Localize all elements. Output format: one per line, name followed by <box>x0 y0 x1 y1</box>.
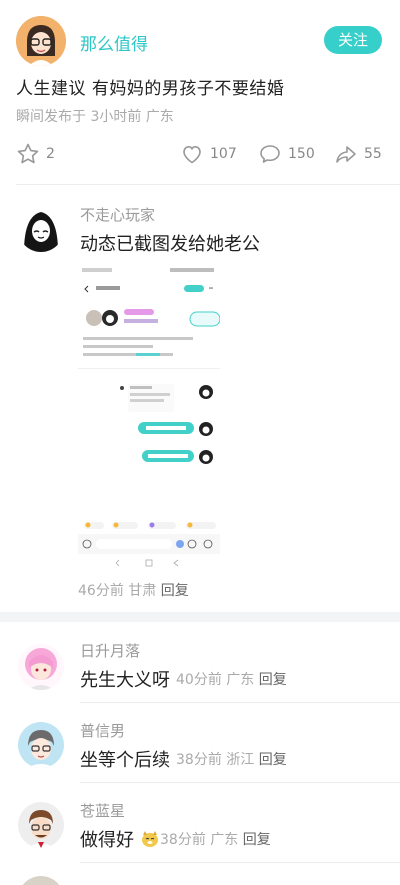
author-avatar[interactable] <box>16 16 66 66</box>
comment-text: 做得好 <box>80 826 160 852</box>
divider <box>80 862 400 863</box>
commenter-name[interactable]: 普信男 <box>80 720 125 741</box>
star-icon <box>17 143 39 164</box>
divider <box>80 782 400 783</box>
reply-button[interactable]: 回复 <box>259 672 287 688</box>
comment-time: 40分前 <box>176 672 222 688</box>
comment-meta: 38分前 广东 回复 <box>160 829 271 849</box>
reply-button[interactable]: 回复 <box>259 752 287 768</box>
post-meta: 瞬间发布于 3小时前 广东 <box>16 109 174 125</box>
author-name[interactable]: 那么值得 <box>80 30 148 55</box>
comment-text: 坐等个后续 <box>80 750 170 771</box>
reply-button[interactable]: 回复 <box>161 583 189 599</box>
comment-meta: 38分前 浙江 回复 <box>176 749 287 769</box>
favorite-count: 2 <box>46 146 55 162</box>
like-action[interactable]: 107 <box>180 140 237 168</box>
comment-text: 动态已截图发给她老公 <box>80 234 260 255</box>
comment-location: 浙江 <box>226 752 255 768</box>
comment-location: 广东 <box>210 832 239 848</box>
comment-bubble-icon <box>260 145 280 163</box>
commenter-avatar[interactable] <box>18 876 64 885</box>
commenter-name[interactable]: 日升月落 <box>80 640 140 661</box>
divider <box>80 702 400 703</box>
commenter-avatar[interactable] <box>18 206 64 252</box>
commenter-avatar[interactable] <box>18 722 64 768</box>
commenter-name[interactable]: 不走心玩家 <box>80 204 155 225</box>
comment-time: 46分前 <box>78 583 124 599</box>
commenter-avatar[interactable] <box>18 644 64 690</box>
action-bar: 2 107 150 55 <box>16 140 384 168</box>
comment-location: 广东 <box>226 672 255 688</box>
comment-count: 150 <box>288 146 315 162</box>
comment-text-content: 做得好 <box>80 830 134 851</box>
comment-time: 38分前 <box>160 832 206 848</box>
like-count: 107 <box>210 146 237 162</box>
favorite-action[interactable]: 2 <box>16 140 55 168</box>
share-arrow-icon <box>336 146 356 163</box>
comment-time: 38分前 <box>176 752 222 768</box>
comment-meta: 46分前 甘肃 回复 <box>78 580 189 600</box>
post-title: 人生建议 有妈妈的男孩子不要结婚 <box>16 79 285 99</box>
comment-meta: 40分前 广东 回复 <box>176 669 287 689</box>
comment-location: 甘肃 <box>128 583 157 599</box>
follow-button[interactable]: 关注 <box>324 26 382 54</box>
share-count: 55 <box>364 146 382 162</box>
section-separator <box>0 612 400 622</box>
share-action[interactable]: 55 <box>334 140 382 168</box>
heart-icon <box>183 145 201 164</box>
divider <box>16 184 400 185</box>
post-header: 那么值得 关注 <box>16 16 386 66</box>
comment-action[interactable]: 150 <box>258 140 315 168</box>
comment-text: 先生大义呀 <box>80 670 170 691</box>
commenter-avatar[interactable] <box>18 802 64 848</box>
commenter-name[interactable]: 苍蓝星 <box>80 800 125 821</box>
reply-button[interactable]: 回复 <box>243 832 271 848</box>
dog-emoji-icon <box>141 831 158 847</box>
comment-screenshot-image[interactable] <box>78 262 221 574</box>
